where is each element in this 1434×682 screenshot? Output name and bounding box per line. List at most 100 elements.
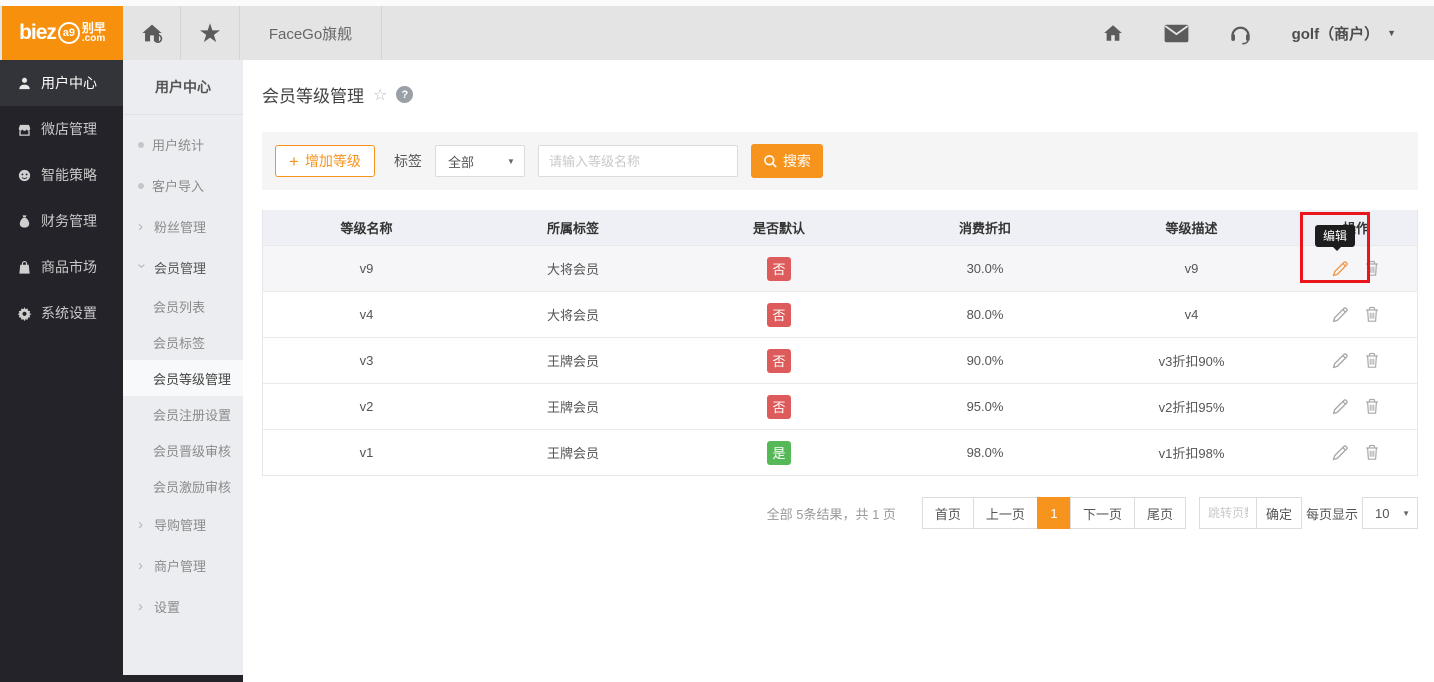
table-row: v2 王牌会员 否 95.0% v2折扣95% xyxy=(263,383,1417,429)
sidebar-item-system-settings[interactable]: 系统设置 xyxy=(0,290,123,336)
tab-facego[interactable]: FaceGo旗舰 xyxy=(240,6,382,60)
subnav-customer-import[interactable]: 客户导入 xyxy=(123,165,243,206)
cell-tag: 王牌会员 xyxy=(546,354,599,369)
subnav-member-register-settings[interactable]: 会员注册设置 xyxy=(123,396,243,432)
sidebar-bottom-strip xyxy=(0,675,245,682)
pagination-bar: 全部 5条结果，共 1 页 首页 上一页 1 下一页 尾页 确定 每页显示 10… xyxy=(262,497,1418,529)
add-level-button[interactable]: + 增加等级 xyxy=(275,145,375,177)
robot-face-icon xyxy=(17,168,32,183)
page-number-button[interactable]: 1 xyxy=(1036,497,1071,529)
brand-logo[interactable]: biez a9 别早 .com xyxy=(2,6,123,60)
page-title: 会员等级管理 xyxy=(262,87,364,106)
tag-select[interactable]: 全部 ▼ xyxy=(434,145,525,177)
col-tag: 所属标签 xyxy=(546,221,599,236)
cell-tag: 王牌会员 xyxy=(546,446,599,461)
sidebar-item-goods-market[interactable]: 商品市场 xyxy=(0,244,123,290)
chevron-right-icon: › xyxy=(138,218,143,235)
subnav-member-level-management[interactable]: 会员等级管理 xyxy=(123,360,243,396)
tag-filter-label: 标签 xyxy=(393,153,422,169)
table-row: v9 大将会员 否 30.0% v9 xyxy=(263,245,1417,291)
mail-icon[interactable] xyxy=(1164,24,1189,43)
cell-level-name: v2 xyxy=(359,399,374,414)
subnav-fans-management[interactable]: › 粉丝管理 xyxy=(123,206,243,247)
col-description: 等级描述 xyxy=(1165,221,1218,236)
confirm-jump-button[interactable]: 确定 xyxy=(1255,497,1302,529)
caret-down-icon: ▼ xyxy=(1402,508,1410,518)
next-page-button[interactable]: 下一页 xyxy=(1069,497,1135,529)
star-icon: ★ xyxy=(198,17,222,48)
main-content: 会员等级管理 ☆ ? + 增加等级 标签 全部 ▼ 搜索 等级名称 所属标签 是… xyxy=(243,60,1434,682)
subnav-member-promotion-review[interactable]: 会员晋级审核 xyxy=(123,432,243,468)
cell-level-name: v1 xyxy=(359,445,374,460)
table-header-row: 等级名称 所属标签 是否默认 消费折扣 等级描述 操作 xyxy=(263,210,1417,245)
home-tab-button[interactable] xyxy=(123,6,181,60)
last-page-button[interactable]: 尾页 xyxy=(1133,497,1186,529)
member-level-table: 等级名称 所属标签 是否默认 消费折扣 等级描述 操作 v9 大将会员 否 30… xyxy=(262,210,1418,476)
results-summary: 全部 5条结果，共 1 页 xyxy=(766,506,896,522)
chevron-right-icon: › xyxy=(138,516,143,533)
edit-pencil-icon[interactable] xyxy=(1331,443,1350,462)
plus-icon: + xyxy=(289,151,299,171)
cell-description: v9 xyxy=(1184,261,1199,276)
dot-icon xyxy=(138,182,144,189)
edit-pencil-icon[interactable] xyxy=(1331,351,1350,370)
tag-select-value: 全部 xyxy=(447,154,474,170)
cell-discount: 98.0% xyxy=(966,445,1004,460)
chevron-right-icon: › xyxy=(138,598,143,615)
cell-tag: 王牌会员 xyxy=(546,400,599,415)
user-menu[interactable]: golf（商户） ▼ xyxy=(1292,23,1396,44)
default-badge: 是 xyxy=(767,440,791,465)
edit-pencil-icon[interactable] xyxy=(1331,259,1350,278)
default-badge: 否 xyxy=(767,256,791,281)
subnav-guide-management[interactable]: › 导购管理 xyxy=(123,504,243,545)
chevron-down-icon: ▼ xyxy=(1387,28,1396,38)
shopping-bag-icon xyxy=(17,260,32,275)
support-headset-icon[interactable] xyxy=(1229,22,1252,45)
delete-trash-icon[interactable] xyxy=(1363,305,1381,324)
delete-trash-icon[interactable] xyxy=(1363,397,1381,416)
sidebar-item-smart-strategy[interactable]: 智能策略 xyxy=(0,152,123,198)
delete-trash-icon[interactable] xyxy=(1363,443,1381,462)
col-is-default: 是否默认 xyxy=(752,221,805,236)
delete-trash-icon[interactable] xyxy=(1363,259,1381,278)
per-page-label: 每页显示 xyxy=(1305,506,1358,522)
table-row: v3 王牌会员 否 90.0% v3折扣90% xyxy=(263,337,1417,383)
subnav-member-incentive-review[interactable]: 会员激励审核 xyxy=(123,468,243,504)
level-name-search-input[interactable] xyxy=(537,145,738,177)
prev-page-button[interactable]: 上一页 xyxy=(972,497,1038,529)
subnav-user-stats[interactable]: 用户统计 xyxy=(123,124,243,165)
edit-pencil-icon[interactable] xyxy=(1331,397,1350,416)
subnav-member-list[interactable]: 会员列表 xyxy=(123,288,243,324)
favorite-star-icon[interactable]: ☆ xyxy=(373,85,387,105)
help-icon[interactable]: ? xyxy=(396,86,414,103)
sidebar-item-finance[interactable]: 财务管理 xyxy=(0,198,123,244)
default-badge: 否 xyxy=(767,348,791,373)
home-icon-right[interactable] xyxy=(1102,22,1124,44)
sidebar-item-user-center[interactable]: 用户中心 xyxy=(0,60,123,106)
chevron-down-icon: › xyxy=(133,263,151,269)
delete-trash-icon[interactable] xyxy=(1363,351,1381,370)
cell-level-name: v4 xyxy=(359,307,374,322)
favorites-tab-button[interactable]: ★ xyxy=(181,6,240,60)
subnav-member-tags[interactable]: 会员标签 xyxy=(123,324,243,360)
jump-page-input[interactable] xyxy=(1198,497,1257,529)
first-page-button[interactable]: 首页 xyxy=(921,497,974,529)
sidebar-item-micro-store[interactable]: 微店管理 xyxy=(0,106,123,152)
cell-description: v3折扣90% xyxy=(1158,354,1225,369)
edit-pencil-icon[interactable] xyxy=(1331,305,1350,324)
default-badge: 否 xyxy=(767,302,791,327)
cell-level-name: v9 xyxy=(359,261,374,276)
subnav-settings[interactable]: › 设置 xyxy=(123,586,243,627)
store-icon xyxy=(17,122,32,137)
edit-tooltip: 编辑 xyxy=(1315,225,1356,251)
cell-discount: 30.0% xyxy=(966,261,1004,276)
subnav-merchant-management[interactable]: › 商户管理 xyxy=(123,545,243,586)
per-page-select[interactable]: 10 ▼ xyxy=(1362,497,1418,529)
filter-toolbar: + 增加等级 标签 全部 ▼ 搜索 xyxy=(262,132,1418,190)
logo-badge: a9 xyxy=(57,22,80,44)
caret-down-icon: ▼ xyxy=(507,156,515,166)
per-page-value: 10 xyxy=(1375,505,1390,521)
subnav-member-management[interactable]: › 会员管理 xyxy=(123,247,243,288)
table-row: v4 大将会员 否 80.0% v4 xyxy=(263,291,1417,337)
search-button[interactable]: 搜索 xyxy=(750,144,823,178)
